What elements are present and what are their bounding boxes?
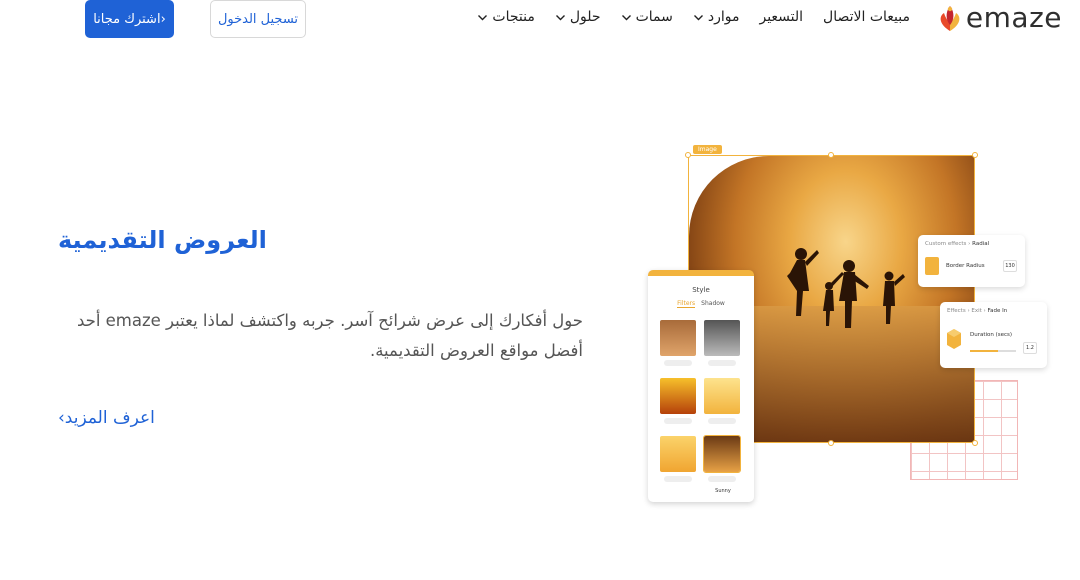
style-panel: Style Filters Shadow Sunny (648, 270, 754, 502)
resize-handle[interactable] (828, 152, 834, 158)
filter-thumbnail-selected[interactable] (703, 435, 741, 482)
resize-handle[interactable] (685, 152, 691, 158)
chevron-down-icon (555, 14, 565, 20)
style-panel-tabs: Filters Shadow (648, 300, 754, 308)
top-navigation: emaze منتجات حلول سمات موارد التسعير مبي… (0, 0, 1080, 40)
chevron-down-icon (621, 14, 631, 20)
duration-value[interactable]: 1.2 (1023, 342, 1037, 354)
menu-item-label: سمات (635, 9, 673, 25)
menu-item-contact-sales[interactable]: مبيعات الاتصال (823, 9, 910, 25)
filter-thumbnail[interactable] (660, 436, 696, 482)
resize-handle[interactable] (828, 440, 834, 446)
breadcrumb-prefix: Effects › Exit › (947, 308, 988, 314)
learn-more-link[interactable]: اعرف المزيد› (58, 408, 155, 428)
border-radius-value[interactable]: 130 (1003, 260, 1017, 272)
logo-text: emaze (965, 1, 1062, 34)
duration-slider-track[interactable] (998, 350, 1016, 352)
menu-item-label: مبيعات الاتصال (823, 9, 910, 25)
border-radius-label: Border Radius (946, 263, 985, 269)
chevron-down-icon (693, 14, 703, 20)
filter-thumbnail[interactable] (704, 378, 740, 424)
card-breadcrumb: Effects › Exit › Fade In (947, 308, 1047, 314)
hero-description: حول أفكارك إلى عرض شرائح آسر. جربه واكتش… (76, 311, 583, 360)
login-button[interactable]: تسجيل الدخول (210, 0, 306, 38)
selected-filter-label: Sunny (715, 488, 731, 494)
breadcrumb-prefix: Custom effects › (925, 241, 973, 247)
radius-swatch (925, 257, 939, 275)
filter-thumbnail[interactable] (704, 320, 740, 366)
breadcrumb-current: Fade In (987, 308, 1008, 314)
filter-thumbnail[interactable] (660, 378, 696, 424)
chevron-down-icon (478, 14, 488, 20)
logo[interactable]: emaze (936, 3, 1062, 33)
style-panel-title: Style (692, 286, 710, 294)
cube-icon (947, 329, 961, 349)
breadcrumb-current: Radial (972, 241, 990, 247)
card-breadcrumb: Custom effects › Radial (925, 241, 1025, 247)
menu-item-label: حلول (569, 9, 601, 25)
menu-item-label: منتجات (492, 9, 535, 25)
resize-handle[interactable] (972, 152, 978, 158)
image-tag: Image (693, 145, 722, 154)
hero-title: العروض التقديمية (58, 226, 267, 254)
emaze-logo-icon (940, 6, 960, 31)
main-menu: منتجات حلول سمات موارد التسعير مبيعات ال… (477, 9, 910, 25)
fade-in-card: Effects › Exit › Fade In Duration (secs)… (940, 302, 1047, 368)
hero-illustration: Image Style Filters Shadow Sunny Custom … (645, 140, 1055, 510)
filter-thumbnail[interactable] (660, 320, 696, 366)
menu-item-products[interactable]: منتجات (477, 9, 535, 25)
menu-item-solutions[interactable]: حلول (555, 9, 601, 25)
menu-item-themes[interactable]: سمات (621, 9, 673, 25)
duration-slider-fill[interactable] (970, 350, 998, 352)
menu-item-label: موارد (707, 9, 740, 25)
duration-label: Duration (secs) (970, 332, 1013, 338)
resize-handle[interactable] (972, 440, 978, 446)
tab-shadow[interactable]: Shadow (701, 300, 725, 308)
signup-button[interactable]: اشترك مجانا› (85, 0, 174, 38)
filter-thumbnails (660, 320, 742, 482)
border-radius-card: Custom effects › Radial Border Radius 13… (918, 235, 1025, 287)
menu-item-resources[interactable]: موارد (693, 9, 740, 25)
menu-item-pricing[interactable]: التسعير (759, 9, 803, 25)
tab-filters[interactable]: Filters (677, 300, 696, 308)
menu-item-label: التسعير (759, 9, 804, 25)
